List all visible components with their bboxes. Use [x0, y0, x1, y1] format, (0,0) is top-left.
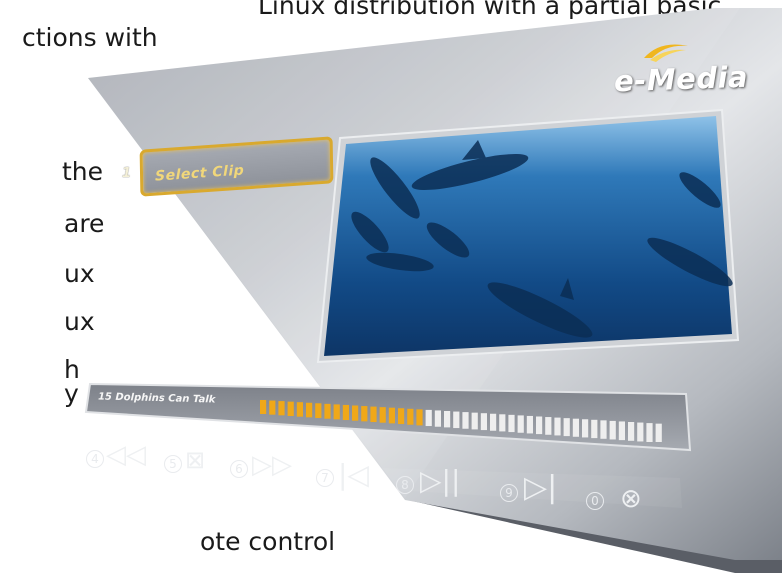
progress-segment-empty: [471, 412, 478, 430]
progress-segment-filled: [370, 406, 377, 423]
progress-segment-empty: [526, 415, 533, 434]
close-icon[interactable]: ⊗: [620, 484, 642, 514]
progress-segment-empty: [554, 417, 561, 436]
stop-icon[interactable]: ⊠: [185, 446, 205, 474]
progress-segment-filled: [260, 400, 267, 414]
progress-segment-empty: [490, 413, 497, 431]
progress-segment-filled: [398, 408, 405, 425]
control-number-4: 4: [86, 450, 104, 468]
brand-title: e-Media: [613, 59, 749, 99]
progress-segment-empty: [646, 423, 653, 442]
progress-segment-filled: [296, 402, 303, 417]
progress-segment-empty: [480, 413, 487, 431]
rewind-icon[interactable]: ◁◁: [106, 440, 146, 470]
progress-segment-filled: [315, 403, 322, 419]
screenshot-stage: Linux distribution with a partial basic …: [0, 0, 782, 573]
progress-segment-empty: [582, 419, 589, 438]
progress-segment-empty: [591, 419, 598, 439]
play-pause-icon[interactable]: ▷||: [420, 464, 460, 497]
progress-segment-empty: [609, 420, 616, 440]
progress-segment-empty: [655, 423, 662, 442]
progress-segment-empty: [563, 418, 570, 437]
progress-segment-filled: [306, 402, 313, 418]
progress-segment-empty: [628, 422, 635, 441]
progress-segment-empty: [572, 418, 579, 437]
progress-segment-empty: [618, 421, 625, 441]
progress-segment-filled: [269, 400, 276, 415]
previous-track-icon[interactable]: |◁: [338, 458, 369, 491]
video-frame: [324, 116, 732, 356]
control-number-8: 8: [396, 476, 414, 494]
e-media-logo-icon: [644, 44, 688, 62]
progress-segment-empty: [434, 410, 441, 427]
progress-segment-empty: [517, 415, 524, 433]
progress-segment-empty: [545, 417, 552, 435]
progress-bar[interactable]: [260, 398, 680, 442]
progress-segment-filled: [352, 405, 359, 421]
progress-segment-empty: [499, 414, 506, 432]
select-clip-label: Select Clip: [154, 162, 245, 185]
progress-segment-empty: [637, 422, 644, 442]
progress-segment-filled: [287, 401, 294, 417]
progress-segment-filled: [388, 407, 395, 424]
control-number-5: 5: [164, 455, 182, 473]
progress-segment-filled: [278, 401, 285, 416]
progress-segment-filled: [342, 404, 349, 421]
control-number-9: 9: [500, 484, 518, 502]
progress-segment-filled: [416, 409, 423, 426]
fast-forward-icon[interactable]: ▷▷: [252, 450, 292, 480]
progress-segment-empty: [444, 411, 451, 428]
progress-segment-empty: [462, 412, 469, 429]
progress-segment-filled: [361, 406, 368, 422]
next-track-icon[interactable]: ▷|: [524, 470, 557, 505]
emedia-player-panel: e-Media 1 Select Clip 15 Dolphins Can Ta…: [0, 0, 782, 573]
control-number-0: 0: [586, 492, 604, 510]
control-number-6: 6: [230, 460, 248, 478]
progress-segment-filled: [407, 408, 414, 425]
progress-segment-filled: [324, 403, 331, 419]
progress-segment-empty: [536, 416, 543, 435]
progress-segment-empty: [600, 420, 607, 439]
progress-segment-filled: [379, 407, 386, 423]
step-number: 1: [122, 166, 132, 181]
progress-segment-empty: [425, 409, 432, 427]
progress-segment-empty: [453, 411, 460, 429]
progress-segment-empty: [508, 414, 515, 433]
control-number-7: 7: [316, 469, 334, 487]
progress-segment-filled: [333, 404, 340, 420]
